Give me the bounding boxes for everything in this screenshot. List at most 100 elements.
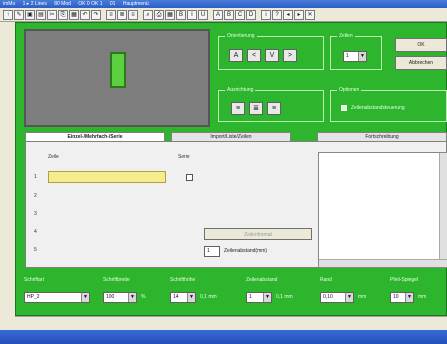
info-icon[interactable]: i [261, 9, 271, 20]
row-number: 1 [34, 174, 37, 180]
schrifthoehe-unit: 0,1 mm [200, 294, 217, 300]
orientation-left-button[interactable]: < [247, 49, 261, 62]
zeilenabstand-checkbox-label: Zeilenabstandsteuerung [351, 105, 405, 111]
ausrichtung-label: Ausrichtung [225, 87, 256, 94]
bold-icon[interactable]: B [176, 9, 186, 20]
rand-select[interactable]: 0,10 ▼ [320, 292, 354, 303]
label-preview [24, 29, 210, 127]
pencil-icon[interactable]: ✎ [14, 9, 24, 20]
title-part: 01 [109, 1, 116, 7]
align-left-button[interactable]: ≡ [231, 102, 245, 115]
toolbar-separator [139, 10, 142, 20]
align-right-button[interactable]: ≡ [267, 102, 281, 115]
chevron-down-icon[interactable]: ▼ [345, 293, 353, 302]
zoom-icon[interactable]: ⌕ [143, 9, 153, 20]
ausrichtung-group: Ausrichtung ≡ ≣ ≡ [218, 87, 324, 122]
schriftart-value: HP_2 [27, 294, 40, 300]
open-icon[interactable]: ▣ [25, 9, 35, 20]
grid-icon[interactable]: ▦ [165, 9, 175, 20]
schriftbreite-value: 100 [106, 294, 115, 300]
title-bar: imMo 1 ▸ 2 Lines 80 Mod OK 0 OK 1 01 Hau… [0, 0, 447, 8]
zeilen-label: Zeilen [337, 33, 355, 40]
paste-icon[interactable]: ▦ [69, 9, 79, 20]
align-left-icon: ≡ [235, 105, 241, 112]
zeilen-group: Zeilen 1 ▼ [330, 33, 382, 70]
close-icon[interactable]: ✕ [305, 9, 315, 20]
letter-c-icon[interactable]: C [235, 9, 245, 20]
zeilenformat-button[interactable]: Zeilenformat [204, 228, 312, 240]
zeilen-select[interactable]: 1 ▼ [343, 51, 367, 62]
chevron-down-icon[interactable]: ▼ [128, 293, 136, 302]
rand-unit: mm [358, 294, 367, 300]
chevron-down-icon[interactable]: ▼ [263, 293, 271, 302]
schriftart-select[interactable]: HP_2 ▼ [24, 292, 90, 303]
chevron-down-icon[interactable]: ▼ [358, 52, 366, 61]
chevron-down-icon[interactable]: ▼ [187, 293, 195, 302]
zeilenabstand-label: Zeilenabstand(mm) [224, 248, 268, 254]
letter-b-icon[interactable]: B [224, 9, 234, 20]
schrifthoehe-select[interactable]: 14 ▼ [170, 292, 196, 303]
horizontal-scrollbar[interactable] [319, 259, 447, 267]
help-icon[interactable]: ? [272, 9, 282, 20]
cut-icon[interactable]: ✂ [47, 9, 57, 20]
taskbar [0, 330, 447, 344]
print-icon[interactable]: ⎙ [154, 9, 164, 20]
spiegel-select[interactable]: 10 ▼ [390, 292, 414, 303]
chevron-down-icon[interactable]: ▼ [405, 293, 413, 302]
zeilenabstand-select[interactable]: 1 ▼ [246, 292, 272, 303]
zeilenabstand-input[interactable]: 1 [204, 246, 220, 257]
spiegel-unit: mm [418, 294, 427, 300]
serie-1-checkbox[interactable] [186, 174, 193, 181]
zeilenabstand-unit: 0,1 mm [276, 294, 293, 300]
vertical-scrollbar[interactable] [439, 153, 447, 267]
rand-label: Rand [320, 277, 332, 283]
schriftbreite-label: Schriftbreite [103, 277, 130, 283]
orientation-right-button[interactable]: > [283, 49, 297, 62]
cancel-button[interactable]: Abbrechen [395, 56, 447, 70]
letter-d-icon[interactable]: D [246, 9, 256, 20]
arrow-up-icon[interactable]: ↑ [3, 9, 13, 20]
orientation-up-button[interactable]: A [229, 49, 243, 62]
schrifthoehe-label: Schrifthöhe [170, 277, 196, 283]
zeilenabstand-value: 1 [207, 248, 210, 254]
undo-icon[interactable]: ↶ [80, 9, 90, 20]
schrifthoehe-value: 14 [173, 294, 179, 300]
chevron-down-icon[interactable]: ▼ [81, 293, 89, 302]
optionen-label: Optionen [337, 87, 362, 94]
align-center-icon[interactable]: ≣ [117, 9, 127, 20]
optionen-group: Optionen Zeilenabstandsteuerung [330, 87, 447, 122]
zeilen-value: 1 [346, 53, 349, 59]
schriftbreite-select[interactable]: 100 ▼ [103, 292, 137, 303]
underline-icon[interactable]: U [198, 9, 208, 20]
zeile-1-input[interactable] [48, 171, 166, 183]
letter-a-icon[interactable]: A [213, 9, 223, 20]
toolbar: ↑ ✎ ▣ ▤ ✂ ⎘ ▦ ↶ ↷ ≡ ≣ ≡ ⌕ ⎙ ▦ B I U A B C Di? ◂ ▸ ✕ [0, 8, 447, 22]
left-strip [0, 22, 15, 330]
schriftbreite-unit: % [141, 294, 146, 300]
redo-icon[interactable]: ↷ [91, 9, 101, 20]
align-left-icon[interactable]: ≡ [106, 9, 116, 20]
orientation-label: Orientierung [225, 33, 257, 40]
save-icon[interactable]: ▤ [36, 9, 46, 20]
toolbar-separator [209, 10, 212, 20]
italic-icon[interactable]: I [187, 9, 197, 20]
align-right-icon[interactable]: ≡ [128, 9, 138, 20]
ok-button[interactable]: OK [395, 38, 447, 52]
arrow-left-icon[interactable]: ◂ [283, 9, 293, 20]
title-part: 80 Mod [54, 1, 71, 7]
title-part: 1 ▸ 2 Lines [22, 1, 47, 7]
toolbar-separator [102, 10, 105, 20]
arrow-right-icon[interactable]: ▸ [294, 9, 304, 20]
copy-icon[interactable]: ⎘ [58, 9, 68, 20]
zeilenabstand-bottom-label: Zeilenabstand [246, 277, 278, 283]
zeilenabstand-checkbox[interactable] [341, 105, 347, 111]
fortschreibung-textarea[interactable] [318, 152, 447, 268]
spiegel-value: 10 [393, 294, 399, 300]
align-center-icon: ≣ [253, 105, 259, 112]
col-header-serie: Serie [178, 154, 190, 160]
orientation-down-button[interactable]: V [265, 49, 279, 62]
align-right-icon: ≡ [271, 105, 277, 112]
align-center-button[interactable]: ≣ [249, 102, 263, 115]
title-part: OK 0 OK 1 [78, 1, 103, 7]
tab-panel: Zeile Serie 1 2 3 4 5 Zeilenformat 1 Zei… [25, 141, 447, 268]
